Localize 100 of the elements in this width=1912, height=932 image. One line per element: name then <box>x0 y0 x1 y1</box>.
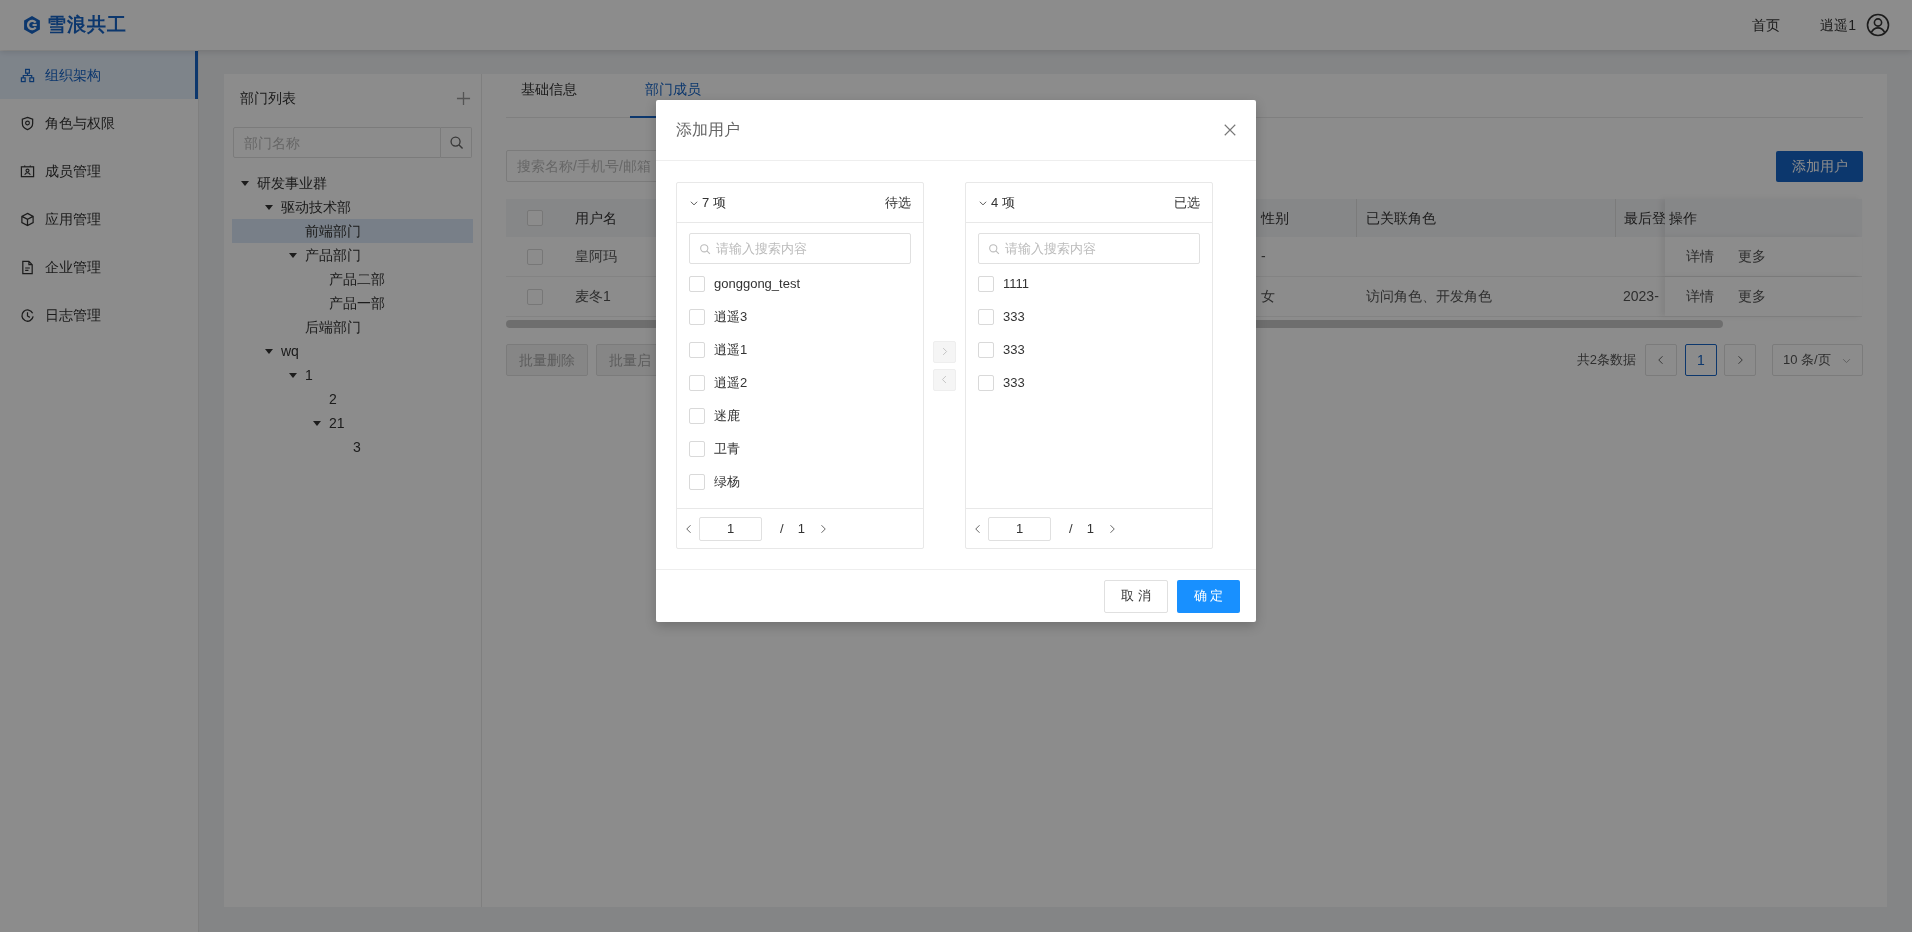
panel-title: 部门列表 <box>240 88 296 108</box>
caret-icon[interactable] <box>240 178 250 188</box>
list-item[interactable]: gonggong_test <box>677 267 923 300</box>
sidebar-item[interactable]: 组织架构 <box>0 51 198 99</box>
search-field[interactable]: 请输入搜索内容 <box>978 233 1200 264</box>
action-link[interactable]: 详情 <box>1686 246 1714 267</box>
table-cell-text: 2023- <box>1623 287 1659 306</box>
add-icon[interactable] <box>456 90 471 106</box>
checkbox[interactable] <box>689 341 705 358</box>
action-link[interactable]: 更多 <box>1738 246 1766 267</box>
org-chart-icon <box>20 67 35 83</box>
caret-icon[interactable] <box>288 370 298 380</box>
nav-link[interactable]: 首页 <box>1752 14 1781 36</box>
table-cell-text: 访问角色、开发角色 <box>1366 287 1492 306</box>
list-item[interactable]: 1111 <box>966 267 1212 300</box>
tree-node[interactable]: 研发事业群 <box>232 171 473 195</box>
shield-icon <box>20 115 35 131</box>
page-separator: / <box>780 519 784 538</box>
sidebar-item[interactable]: 应用管理 <box>0 195 198 243</box>
sidebar-item[interactable]: 日志管理 <box>0 291 198 339</box>
total-pages: 1 <box>1086 519 1094 538</box>
sidebar-item[interactable]: 成员管理 <box>0 147 198 195</box>
column-header: 性别 <box>1261 208 1289 228</box>
page-size-select[interactable]: 10 条/页 <box>1772 344 1863 376</box>
sidebar-item[interactable]: 企业管理 <box>0 243 198 291</box>
checkbox[interactable] <box>978 275 994 292</box>
page-separator: / <box>1069 519 1073 538</box>
caret-icon[interactable] <box>312 418 322 428</box>
action-link[interactable]: 更多 <box>1738 286 1766 307</box>
table-cell-text: - <box>1261 247 1266 266</box>
list-item[interactable]: 逍遥3 <box>677 300 923 333</box>
sidebar-item[interactable]: 角色与权限 <box>0 99 198 147</box>
tree-node[interactable]: 前端部门 <box>232 219 473 243</box>
total-count: 共2条数据 <box>1576 351 1636 370</box>
search-icon <box>699 243 711 255</box>
dialog-title: 添加用户 <box>676 120 740 140</box>
page-button[interactable]: 1 <box>1685 344 1717 376</box>
tree-node[interactable]: wq <box>232 339 473 363</box>
column-header: 最后登 <box>1624 208 1665 228</box>
column-header: 用户名 <box>575 208 617 228</box>
caret-icon[interactable] <box>264 202 274 212</box>
add-user-button[interactable]: 添加用户 <box>1776 150 1863 182</box>
select-value: 10 条/页 <box>1783 351 1831 370</box>
checkbox[interactable] <box>689 308 705 325</box>
list-item[interactable]: 逍遥1 <box>677 333 923 366</box>
previous-page-button[interactable] <box>1645 344 1677 376</box>
checkbox[interactable] <box>689 275 705 292</box>
logo-icon <box>22 15 42 35</box>
item-count: 4 项 <box>991 193 1015 212</box>
list-item[interactable]: 卫青 <box>677 432 923 465</box>
tab[interactable]: 基础信息 <box>506 79 592 118</box>
table-cell-text: 女 <box>1261 287 1275 306</box>
action-link[interactable]: 详情 <box>1686 286 1714 307</box>
tree-node[interactable]: 21 <box>232 411 473 435</box>
list-item[interactable]: 迷鹿 <box>677 399 923 432</box>
list-item[interactable]: 绿杨 <box>677 465 923 498</box>
tree-node[interactable]: 2 <box>232 387 473 411</box>
list-item[interactable]: 333 <box>966 300 1212 333</box>
list-item[interactable]: 逍遥2 <box>677 366 923 399</box>
checkbox[interactable] <box>978 374 994 391</box>
tree-node[interactable]: 产品部门 <box>232 243 473 267</box>
search-icon <box>448 135 464 150</box>
panel-title: 已选 <box>1174 193 1200 212</box>
column-header: 操作 <box>1669 208 1697 228</box>
tree-node[interactable]: 后端部门 <box>232 315 473 339</box>
tree-node[interactable]: 驱动技术部 <box>232 195 473 219</box>
checkbox[interactable] <box>689 473 705 490</box>
cancel-button[interactable]: 取 消 <box>1104 579 1168 613</box>
table-cell-text: 皇阿玛 <box>575 247 617 266</box>
caret-icon[interactable] <box>288 250 298 260</box>
logo-text: 雪浪共工 <box>47 12 127 37</box>
tree-node[interactable]: 产品一部 <box>232 291 473 315</box>
checkbox[interactable] <box>689 440 705 457</box>
tree-node[interactable]: 产品二部 <box>232 267 473 291</box>
next-page-button[interactable] <box>1724 344 1756 376</box>
avatar-icon[interactable] <box>1866 13 1890 37</box>
search-icon <box>988 243 1000 255</box>
close-icon[interactable] <box>1223 123 1237 137</box>
search-button[interactable] <box>441 127 472 158</box>
item-count: 7 项 <box>702 193 726 212</box>
tree-node[interactable]: 1 <box>232 363 473 387</box>
checkbox[interactable] <box>689 374 705 391</box>
user-name[interactable]: 逍遥1 <box>1820 14 1856 36</box>
list-item[interactable]: 333 <box>966 366 1212 399</box>
panel-title: 待选 <box>885 193 911 212</box>
column-header: 已关联角色 <box>1366 208 1436 228</box>
total-pages: 1 <box>797 519 805 538</box>
page-input[interactable]: 1 <box>699 516 762 541</box>
id-card-icon <box>20 163 35 179</box>
checkbox[interactable] <box>978 308 994 325</box>
search-field[interactable]: 请输入搜索内容 <box>689 233 911 264</box>
checkbox[interactable] <box>689 407 705 424</box>
ok-button[interactable]: 确 定 <box>1177 579 1240 613</box>
page-input[interactable]: 1 <box>988 516 1051 541</box>
caret-icon[interactable] <box>264 346 274 356</box>
clock-icon <box>20 307 35 323</box>
tree-node[interactable]: 3 <box>232 435 473 459</box>
list-item[interactable]: 333 <box>966 333 1212 366</box>
table-cell-text: 麦冬1 <box>575 287 611 306</box>
checkbox[interactable] <box>978 341 994 358</box>
